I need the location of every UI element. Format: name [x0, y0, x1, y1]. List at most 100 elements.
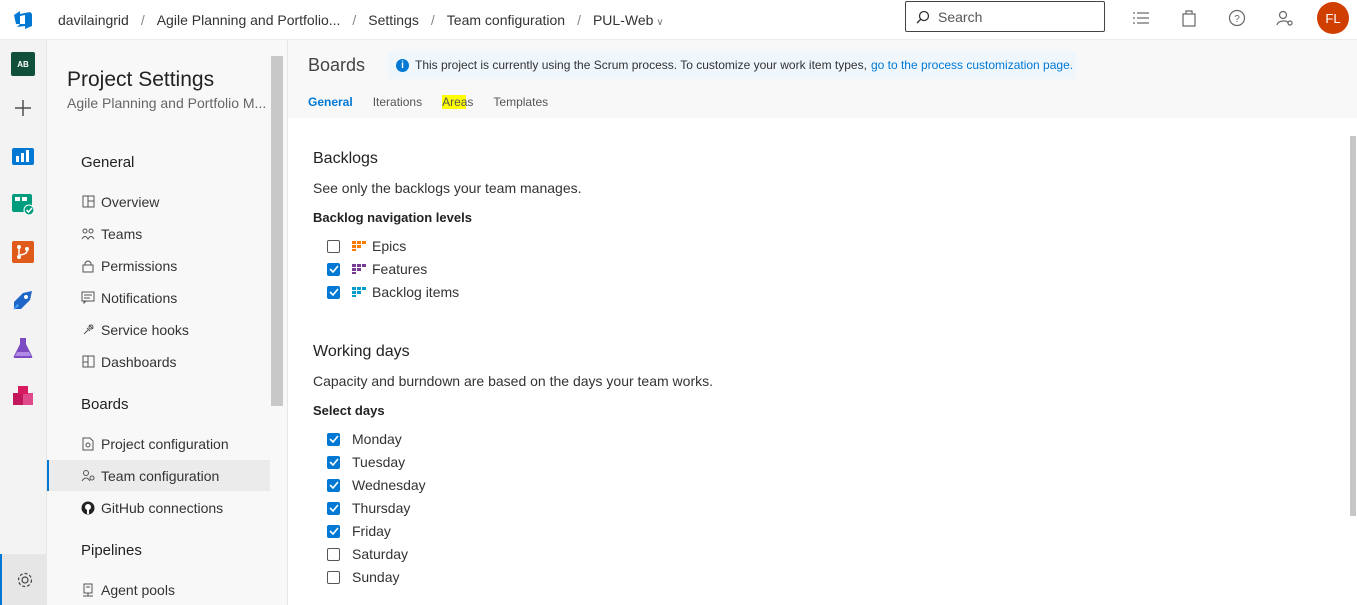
search-icon	[916, 10, 930, 23]
gear-icon	[17, 572, 32, 587]
agent-pools-icon	[81, 583, 95, 597]
backlog-level-features[interactable]: Features	[327, 259, 427, 279]
checkbox[interactable]	[327, 239, 340, 253]
tab-areas[interactable]: Areas	[442, 95, 474, 109]
project-settings-button[interactable]	[0, 554, 47, 605]
checkbox-checked[interactable]	[327, 478, 340, 492]
process-customization-link[interactable]: go to the process customization page.	[871, 58, 1073, 72]
info-icon: i	[396, 58, 409, 72]
marketplace-bag-icon[interactable]	[1179, 8, 1199, 28]
boards-icon[interactable]	[11, 192, 35, 216]
chevron-down-icon: ∨	[656, 16, 664, 28]
tab-templates[interactable]: Templates	[493, 95, 548, 109]
backlog-level-epics[interactable]: Epics	[327, 236, 406, 256]
dashboard-icon	[81, 355, 95, 369]
working-days-description: Capacity and burndown are based on the d…	[313, 373, 714, 389]
user-settings-icon[interactable]	[1275, 8, 1295, 28]
checkbox-checked[interactable]	[327, 432, 340, 446]
epic-icon	[352, 241, 366, 251]
tab-iterations[interactable]: Iterations	[373, 95, 422, 109]
breadcrumb-separator: /	[577, 11, 581, 28]
day-label: Tuesday	[352, 454, 406, 470]
checkbox-checked[interactable]	[327, 285, 340, 299]
test-plans-icon[interactable]	[11, 336, 35, 360]
settings-subtitle: Agile Planning and Portfolio M...	[67, 95, 267, 111]
github-icon	[81, 501, 95, 515]
sidebar-item-label: Teams	[101, 225, 143, 242]
day-label: Saturday	[352, 546, 409, 562]
sidebar-item-label: Overview	[101, 193, 160, 210]
sidebar-item-agent-pools[interactable]: Agent pools	[47, 574, 270, 605]
day-label: Monday	[352, 431, 402, 447]
team-picker[interactable]: PUL-Web ∨	[587, 12, 670, 28]
content-scrollbar[interactable]	[1349, 118, 1357, 605]
day-wednesday[interactable]: Wednesday	[327, 475, 426, 495]
backlog-level-backlog-items[interactable]: Backlog items	[327, 282, 459, 302]
day-label: Thursday	[352, 500, 411, 516]
project-badge[interactable]: AB	[11, 52, 35, 76]
info-text: This project is currently using the Scru…	[415, 58, 867, 72]
backlogs-heading: Backlogs	[313, 150, 378, 167]
sidebar-item-project-configuration[interactable]: Project configuration	[47, 428, 270, 459]
breadcrumb: davilaingrid / Agile Planning and Portfo…	[46, 12, 670, 28]
left-rail: AB	[0, 40, 47, 605]
sidebar-item-service-hooks[interactable]: Service hooks	[47, 314, 270, 345]
working-days-heading: Working days	[313, 343, 410, 360]
select-days-label: Select days	[313, 403, 385, 418]
sidebar-item-label: Permissions	[101, 257, 178, 274]
sidebar-item-dashboards[interactable]: Dashboards	[47, 346, 270, 377]
backlog-level-label: Backlog items	[372, 284, 460, 300]
nav-group-general: General	[81, 154, 135, 171]
checkbox-checked[interactable]	[327, 455, 340, 469]
sidebar-item-notifications[interactable]: Notifications	[47, 282, 270, 313]
nav-scrollbar[interactable]	[271, 56, 283, 406]
content-scrollbar-thumb[interactable]	[1350, 136, 1356, 516]
sidebar-item-label: Agent pools	[101, 581, 175, 598]
azure-devops-logo-icon[interactable]	[0, 0, 46, 40]
checkbox-checked[interactable]	[327, 501, 340, 515]
checkbox-checked[interactable]	[327, 524, 340, 538]
sidebar-item-teams[interactable]: Teams	[47, 218, 270, 249]
sidebar-item-label: Service hooks	[101, 321, 189, 338]
repos-icon[interactable]	[11, 240, 35, 264]
artifacts-icon[interactable]	[11, 384, 35, 408]
overview-icon	[81, 195, 95, 209]
pipelines-icon[interactable]	[11, 288, 35, 312]
sidebar-item-team-configuration[interactable]: Team configuration	[47, 460, 270, 491]
work-items-list-icon[interactable]	[1131, 8, 1151, 28]
day-friday[interactable]: Friday	[327, 521, 391, 541]
breadcrumb-page[interactable]: Team configuration	[441, 12, 571, 28]
help-icon[interactable]: ?	[1227, 8, 1247, 28]
day-thursday[interactable]: Thursday	[327, 498, 410, 518]
day-sunday[interactable]: Sunday	[327, 567, 399, 587]
breadcrumb-settings[interactable]: Settings	[362, 12, 425, 28]
checkbox[interactable]	[327, 547, 340, 561]
avatar[interactable]: FL	[1317, 2, 1349, 34]
sidebar-item-permissions[interactable]: Permissions	[47, 250, 270, 281]
backlogs-description: See only the backlogs your team manages.	[313, 180, 582, 196]
checkbox[interactable]	[327, 570, 340, 584]
settings-nav: Project Settings Agile Planning and Port…	[47, 40, 288, 605]
top-bar: davilaingrid / Agile Planning and Portfo…	[0, 0, 1357, 40]
lock-icon	[81, 259, 95, 273]
breadcrumb-project[interactable]: Agile Planning and Portfolio...	[151, 12, 347, 28]
sidebar-item-overview[interactable]: Overview	[47, 186, 270, 217]
backlog-item-icon	[352, 287, 366, 297]
day-label: Wednesday	[352, 477, 426, 493]
breadcrumb-separator: /	[430, 11, 435, 28]
plus-icon[interactable]	[11, 96, 35, 120]
feature-icon	[352, 264, 366, 274]
search-box[interactable]: Search	[905, 1, 1105, 32]
day-monday[interactable]: Monday	[327, 429, 402, 449]
overview-icon[interactable]	[11, 144, 35, 168]
settings-title: Project Settings	[67, 68, 215, 91]
breadcrumb-separator: /	[140, 11, 145, 28]
notification-icon	[81, 291, 95, 305]
sidebar-item-github-connections[interactable]: GitHub connections	[47, 492, 270, 523]
tab-general[interactable]: General	[308, 95, 353, 109]
breadcrumb-org[interactable]: davilaingrid	[52, 12, 135, 28]
checkbox-checked[interactable]	[327, 262, 340, 276]
day-tuesday[interactable]: Tuesday	[327, 452, 405, 472]
day-saturday[interactable]: Saturday	[327, 544, 408, 564]
search-placeholder: Search	[938, 8, 983, 25]
